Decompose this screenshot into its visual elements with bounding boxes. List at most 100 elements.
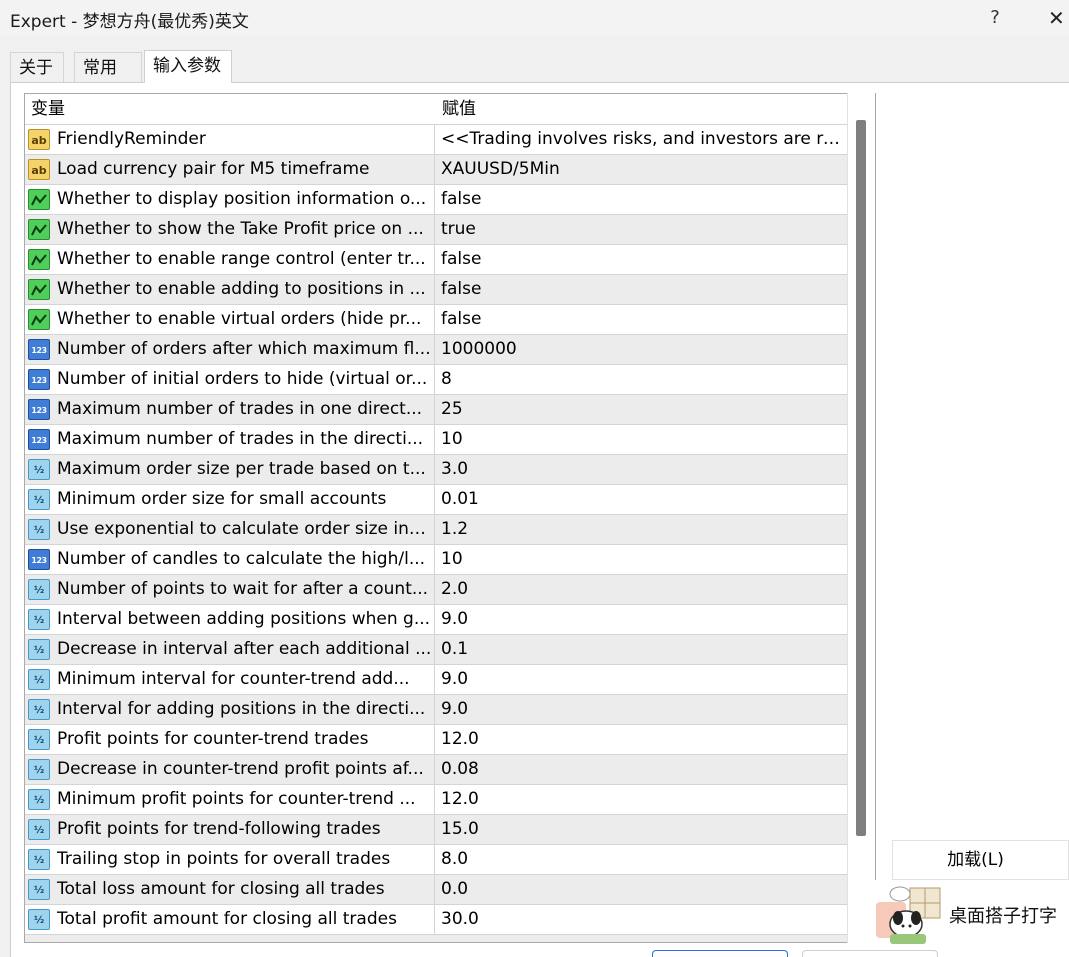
cancel-button[interactable] (802, 950, 938, 957)
table-row[interactable] (25, 934, 849, 942)
table-row[interactable]: ½ Minimum profit points for counter-trend… (25, 784, 849, 814)
table-row[interactable]: ab FriendlyReminder <<Trading involves ris… (25, 124, 849, 154)
parameter-value-cell[interactable]: 9.0 (436, 695, 848, 724)
table-row[interactable]: ½ Trailing stop in points for overall tra… (25, 844, 849, 874)
table-row[interactable]: ab Load currency pair for M5 timeframe XAU… (25, 154, 849, 184)
parameter-value-cell[interactable]: 0.0 (436, 875, 848, 904)
double-type-icon: ½ (28, 699, 50, 720)
parameter-value-cell[interactable]: 10 (436, 425, 848, 454)
table-row[interactable]: ½ Decrease in interval after each additio… (25, 634, 849, 664)
parameter-value-cell[interactable]: 25 (436, 395, 848, 424)
parameter-name-cell[interactable]: ½ Profit points for counter-trend trades (25, 725, 435, 754)
parameter-name-cell[interactable]: ½ Maximum order size per trade based on t… (25, 455, 435, 484)
table-row[interactable]: ½ Number of points to wait for after a co… (25, 574, 849, 604)
parameter-value-cell[interactable]: 1.2 (436, 515, 848, 544)
parameter-name-cell[interactable]: 123 Maximum number of trades in one direc… (25, 395, 435, 424)
parameter-name-cell[interactable]: ½ Number of points to wait for after a co… (25, 575, 435, 604)
table-row[interactable]: ½ Maximum order size per trade based on t… (25, 454, 849, 484)
parameter-name-cell[interactable]: ½ Decrease in counter-trend profit points… (25, 755, 435, 784)
parameter-value-cell[interactable]: false (436, 275, 848, 304)
table-row[interactable]: ½ Interval between adding positions when … (25, 604, 849, 634)
parameter-value-cell[interactable]: XAUUSD/5Min (436, 155, 848, 184)
parameter-name-cell[interactable]: Whether to enable adding to positions in… (25, 275, 435, 304)
table-row[interactable]: 123 Number of initial orders to hide (vir… (25, 364, 849, 394)
table-row[interactable]: ½ Interval for adding positions in the di… (25, 694, 849, 724)
parameter-name-cell[interactable]: ½ Profit points for trend-following trade… (25, 815, 435, 844)
table-row[interactable]: ½ Decrease in counter-trend profit points… (25, 754, 849, 784)
parameter-name-cell[interactable]: ½ Minimum interval for counter-trend add.… (25, 665, 435, 694)
parameter-value-cell[interactable]: 8 (436, 365, 848, 394)
parameter-name-cell[interactable]: 123 Number of candles to calculate the hi… (25, 545, 435, 574)
parameter-name-cell[interactable]: ½ Total profit amount for closing all tra… (25, 905, 435, 934)
table-row[interactable]: 123 Maximum number of trades in one direc… (25, 394, 849, 424)
parameter-name-cell[interactable]: Whether to enable range control (enter t… (25, 245, 435, 274)
parameter-name-cell[interactable]: ½ Minimum profit points for counter-trend… (25, 785, 435, 814)
double-type-icon: ½ (28, 609, 50, 630)
parameter-value-cell[interactable]: <<Trading involves risks, and investors … (436, 125, 848, 154)
parameter-value-cell[interactable]: 8.0 (436, 845, 848, 874)
table-row[interactable]: 123 Maximum number of trades in the direc… (25, 424, 849, 454)
parameter-value-cell[interactable]: 2.0 (436, 575, 848, 604)
load-button[interactable]: 加载(L) (892, 840, 1069, 880)
tab-about[interactable]: 关于 (10, 52, 64, 82)
parameter-value-cell[interactable]: 15.0 (436, 815, 848, 844)
table-row[interactable]: Whether to show the Take Profit price on… (25, 214, 849, 244)
parameter-name-cell[interactable]: Whether to enable virtual orders (hide p… (25, 305, 435, 334)
parameter-value-cell[interactable]: 12.0 (436, 785, 848, 814)
table-row[interactable]: ½ Total loss amount for closing all trade… (25, 874, 849, 904)
parameter-value-cell[interactable]: 3.0 (436, 455, 848, 484)
close-button[interactable]: ✕ (1048, 4, 1069, 32)
column-header-value[interactable]: 赋值 (436, 94, 848, 124)
parameter-value-cell[interactable]: 12.0 (436, 725, 848, 754)
table-row[interactable]: ½ Minimum interval for counter-trend add.… (25, 664, 849, 694)
parameter-value-cell[interactable]: 9.0 (436, 665, 848, 694)
column-header-variable[interactable]: 变量 (25, 94, 435, 124)
help-button[interactable]: ? (980, 4, 1010, 32)
parameter-value-cell[interactable]: 0.08 (436, 755, 848, 784)
parameter-name-cell[interactable]: ½ Interval between adding positions when … (25, 605, 435, 634)
parameter-value-cell[interactable]: 0.1 (436, 635, 848, 664)
parameter-value-cell[interactable]: 30.0 (436, 905, 848, 934)
table-row[interactable]: ½ Total profit amount for closing all tra… (25, 904, 849, 934)
table-row[interactable]: ½ Use exponential to calculate order size… (25, 514, 849, 544)
parameter-name-cell[interactable]: ab FriendlyReminder (25, 125, 435, 154)
parameter-name-cell[interactable]: Whether to show the Take Profit price on… (25, 215, 435, 244)
parameter-name-cell[interactable]: ½ Minimum order size for small accounts (25, 485, 435, 514)
parameter-value-cell[interactable]: false (436, 245, 848, 274)
parameter-name: Profit points for counter-trend trades (57, 729, 369, 749)
parameter-name-cell[interactable]: ½ Total loss amount for closing all trade… (25, 875, 435, 904)
table-row[interactable]: 123 Number of orders after which maximum … (25, 334, 849, 364)
parameter-name-cell[interactable]: Whether to display position information … (25, 185, 435, 214)
parameter-value-cell[interactable]: 9.0 (436, 605, 848, 634)
parameter-value-cell[interactable]: 1000000 (436, 335, 848, 364)
table-row[interactable]: 123 Number of candles to calculate the hi… (25, 544, 849, 574)
table-row[interactable]: Whether to enable adding to positions in… (25, 274, 849, 304)
parameter-value-cell[interactable]: true (436, 215, 848, 244)
table-row[interactable]: ½ Minimum order size for small accounts 0.… (25, 484, 849, 514)
parameter-name-cell[interactable]: ½ Trailing stop in points for overall tra… (25, 845, 435, 874)
tab-common[interactable]: 常用 (74, 52, 142, 82)
parameter-name-cell[interactable]: ½ Decrease in interval after each additio… (25, 635, 435, 664)
parameter-name-cell[interactable]: ½ Interval for adding positions in the di… (25, 695, 435, 724)
parameter-name-cell[interactable]: 123 Number of initial orders to hide (vir… (25, 365, 435, 394)
parameter-value-cell[interactable]: 10 (436, 545, 848, 574)
parameter-name-cell[interactable]: 123 Number of orders after which maximum … (25, 335, 435, 364)
scrollbar-thumb[interactable] (856, 120, 866, 836)
parameter-value-cell[interactable]: false (436, 185, 848, 214)
table-row[interactable]: ½ Profit points for counter-trend trades 1… (25, 724, 849, 754)
table-row[interactable]: Whether to display position information … (25, 184, 849, 214)
string-type-icon: ab (28, 129, 50, 150)
parameter-value-cell[interactable]: 0.01 (436, 485, 848, 514)
parameter-value-cell[interactable]: false (436, 305, 848, 334)
double-type-icon: ½ (28, 759, 50, 780)
parameter-name-cell[interactable]: 123 Maximum number of trades in the direc… (25, 425, 435, 454)
table-row[interactable]: ½ Profit points for trend-following trade… (25, 814, 849, 844)
parameter-name-cell[interactable]: ½ Use exponential to calculate order size… (25, 515, 435, 544)
ok-button[interactable] (652, 950, 788, 957)
table-row[interactable]: Whether to enable virtual orders (hide p… (25, 304, 849, 334)
tab-inputs[interactable]: 输入参数 (144, 50, 232, 83)
parameter-name-cell[interactable]: ab Load currency pair for M5 timeframe (25, 155, 435, 184)
mascot-icon[interactable] (870, 880, 948, 950)
bool-type-icon (28, 279, 50, 300)
table-row[interactable]: Whether to enable range control (enter t… (25, 244, 849, 274)
